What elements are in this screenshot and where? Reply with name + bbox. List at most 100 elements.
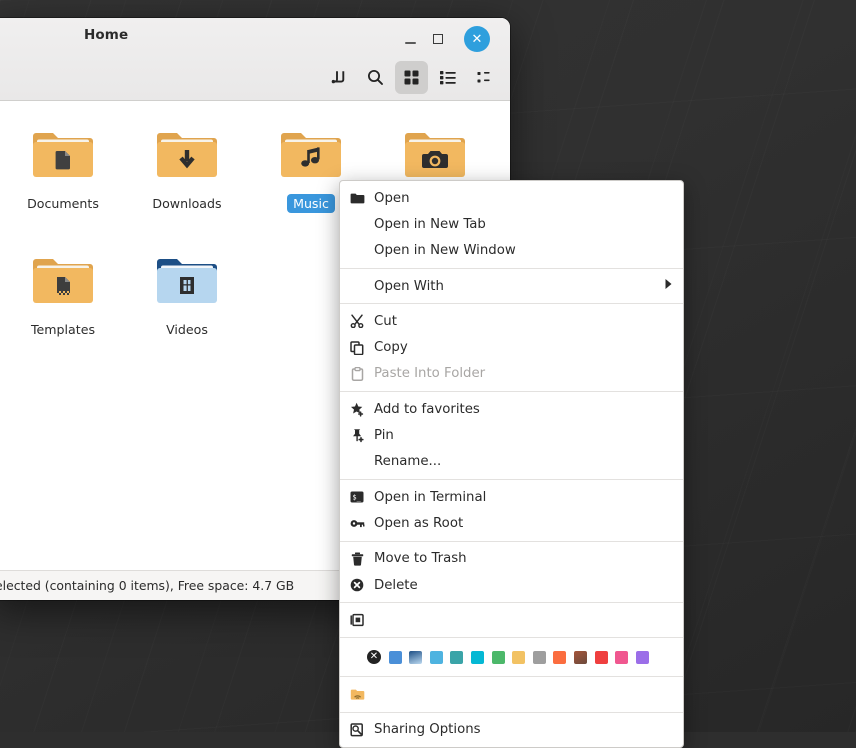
menu-item-label: Delete: [374, 578, 669, 593]
compress-icon: [347, 611, 367, 629]
menu-item-label: Open in New Tab: [374, 217, 669, 232]
color-swatch-brown[interactable]: [574, 651, 587, 664]
file-item-videos[interactable]: Videos: [125, 241, 249, 367]
context-menu: Open Open in New Tab Open in New Window …: [339, 180, 684, 748]
menu-item-open-as-root[interactable]: Open as Root: [340, 510, 683, 536]
file-item-downloads[interactable]: Downloads: [125, 115, 249, 241]
folder-pictures-icon: [400, 124, 470, 186]
menu-item-label: Rename...: [374, 454, 669, 469]
color-swatch-orange[interactable]: [553, 651, 566, 664]
menu-item-open[interactable]: Open: [340, 185, 683, 211]
menu-item-move-to-trash[interactable]: Move to Trash: [340, 546, 683, 572]
menu-item-open-with[interactable]: Open With: [340, 273, 683, 299]
maximize-button[interactable]: [425, 26, 451, 52]
color-swatch-navy-gradient[interactable]: [409, 651, 422, 664]
color-swatch-cyan[interactable]: [471, 651, 484, 664]
folder-videos-icon: [152, 250, 222, 312]
menu-item-label: Open in Terminal: [374, 490, 669, 505]
menu-separator: [340, 712, 683, 713]
grid-view-icon[interactable]: [395, 61, 428, 94]
menu-item-label: Move to Trash: [374, 551, 669, 566]
minimize-icon: [405, 42, 416, 44]
remove-tag-icon: ✕: [370, 652, 378, 662]
menu-item-label: Open: [374, 191, 669, 206]
folder-templates-icon: [28, 250, 98, 312]
blank-icon: [347, 215, 367, 233]
pin-plus-icon: [347, 427, 367, 445]
menu-separator: [340, 479, 683, 480]
file-item-label: Videos: [160, 320, 214, 339]
menu-item-label: Copy: [374, 340, 669, 355]
menu-separator: [340, 391, 683, 392]
folder-open-icon: [347, 189, 367, 207]
compact-view-icon[interactable]: [467, 61, 500, 94]
minimize-button[interactable]: [397, 26, 423, 52]
color-swatch-pink[interactable]: [615, 651, 628, 664]
menu-item-pin[interactable]: Pin: [340, 422, 683, 448]
star-plus-icon: [347, 400, 367, 418]
status-text: elected (containing 0 items), Free space…: [0, 578, 294, 593]
folder-music-icon: [276, 124, 346, 186]
color-swatch-green[interactable]: [492, 651, 505, 664]
menu-separator: [340, 268, 683, 269]
path-entry-icon[interactable]: [323, 61, 356, 94]
color-swatch-blue[interactable]: [389, 651, 402, 664]
list-view-icon[interactable]: [431, 61, 464, 94]
blank-icon: [347, 453, 367, 471]
window-title: Home: [84, 27, 128, 43]
copy-icon: [347, 339, 367, 357]
file-item-documents[interactable]: Documents: [1, 115, 125, 241]
color-swatch-gray[interactable]: [533, 651, 546, 664]
key-icon: [347, 514, 367, 532]
blank-icon: [347, 242, 367, 260]
menu-item-delete[interactable]: Delete: [340, 572, 683, 598]
menu-item-copy[interactable]: Copy: [340, 334, 683, 360]
close-icon: ✕: [472, 33, 483, 46]
file-item-label: Documents: [21, 194, 105, 213]
menu-item-label: Paste Into Folder: [374, 366, 669, 381]
scissors-icon: [347, 312, 367, 330]
menu-item-open-in-new-tab[interactable]: Open in New Tab: [340, 211, 683, 237]
trash-icon: [347, 550, 367, 568]
color-swatch-light-blue[interactable]: [430, 651, 443, 664]
toolbar: [323, 61, 500, 94]
menu-separator: [340, 602, 683, 603]
menu-item-rename[interactable]: Rename...: [340, 449, 683, 475]
color-swatch-yellow[interactable]: [512, 651, 525, 664]
menu-item-sharing-options[interactable]: [340, 681, 683, 707]
menu-item-label: Open With: [374, 279, 664, 294]
properties-icon: [347, 721, 367, 739]
menu-separator: [340, 541, 683, 542]
menu-separator: [340, 676, 683, 677]
color-swatch-none[interactable]: ✕: [367, 650, 381, 664]
menu-item-compress[interactable]: [340, 607, 683, 633]
color-swatch-teal[interactable]: [450, 651, 463, 664]
file-item-label: Music: [287, 194, 335, 213]
sharing-folder-icon: [347, 686, 367, 704]
color-tag-swatches: ✕: [340, 642, 683, 672]
menu-item-open-in-new-window[interactable]: Open in New Window: [340, 238, 683, 264]
menu-item-label: Open in New Window: [374, 243, 669, 258]
color-swatch-purple[interactable]: [636, 651, 649, 664]
search-icon[interactable]: [359, 61, 392, 94]
maximize-icon: [433, 34, 443, 44]
menu-item-add-to-favorites[interactable]: Add to favorites: [340, 396, 683, 422]
menu-item-properties[interactable]: Sharing Options: [340, 717, 683, 743]
color-swatch-red[interactable]: [595, 651, 608, 664]
blank-icon: [347, 277, 367, 295]
chevron-right-icon: [664, 278, 673, 294]
clipboard-icon: [347, 365, 367, 383]
svg-text:$_: $_: [352, 494, 361, 502]
delete-circle-icon: [347, 576, 367, 594]
menu-item-label: Pin: [374, 428, 669, 443]
file-item-templates[interactable]: Templates: [1, 241, 125, 367]
file-item-label: Downloads: [146, 194, 227, 213]
menu-item-paste-into-folder[interactable]: Paste Into Folder: [340, 361, 683, 387]
terminal-icon: $_: [347, 488, 367, 506]
menu-item-cut[interactable]: Cut: [340, 308, 683, 334]
menu-item-label: Cut: [374, 314, 669, 329]
close-button[interactable]: ✕: [464, 26, 490, 52]
menu-item-open-in-terminal[interactable]: $_ Open in Terminal: [340, 484, 683, 510]
menu-item-label: Open as Root: [374, 516, 669, 531]
menu-item-label: Add to favorites: [374, 402, 669, 417]
